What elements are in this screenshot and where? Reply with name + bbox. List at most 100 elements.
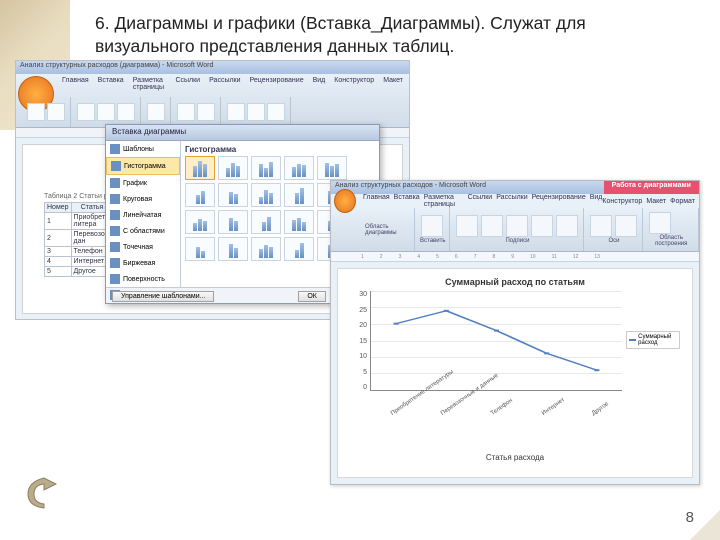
chart-thumb[interactable] xyxy=(185,237,215,261)
tool-icon[interactable] xyxy=(27,103,45,121)
chart-legend: Суммарный расход xyxy=(626,331,680,349)
ribbon-group-labels: Подписи xyxy=(451,208,584,251)
chart-thumb[interactable] xyxy=(218,237,248,261)
tab[interactable]: Рассылки xyxy=(207,76,242,92)
axes-icon[interactable] xyxy=(590,215,612,237)
word1-tools xyxy=(22,97,409,127)
tab[interactable]: Рецензирование xyxy=(248,76,306,92)
tool-icon[interactable] xyxy=(97,103,115,121)
word1-tabs: Главная Вставка Разметка страницы Ссылки… xyxy=(56,74,409,94)
tool-icon[interactable] xyxy=(227,103,245,121)
data-labels-icon[interactable] xyxy=(531,215,553,237)
tool-icon[interactable] xyxy=(147,103,165,121)
tab[interactable]: Главная xyxy=(60,76,91,92)
insert-icon[interactable] xyxy=(421,215,443,237)
th: Номер xyxy=(45,203,72,213)
document-area: Суммарный расход по статьям 30 25 20 15 … xyxy=(337,268,693,478)
category-item[interactable]: Биржевая xyxy=(106,255,180,271)
chart-title-icon[interactable] xyxy=(456,215,478,237)
chart-thumb[interactable] xyxy=(218,183,248,207)
legend-icon[interactable] xyxy=(506,215,528,237)
scatter-icon xyxy=(110,242,120,252)
category-item[interactable]: График xyxy=(106,175,180,191)
tab[interactable]: Макет xyxy=(381,76,405,92)
manage-templates-button[interactable]: Управление шаблонами... xyxy=(112,291,214,302)
word1-ribbon: Главная Вставка Разметка страницы Ссылки… xyxy=(16,74,409,128)
word2-ribbon: Область диаграммы Вставить Подписи Оси О… xyxy=(331,208,699,252)
category-item[interactable]: Круговая xyxy=(106,191,180,207)
tool-icon[interactable] xyxy=(267,103,285,121)
tool-icon[interactable] xyxy=(77,103,95,121)
ok-button[interactable]: ОК xyxy=(298,291,326,302)
word-window-2: Анализ структурных расходов - Microsoft … xyxy=(330,180,700,485)
tab[interactable]: Ссылки xyxy=(468,194,493,208)
chart-thumb[interactable] xyxy=(185,210,215,234)
chart-thumb[interactable] xyxy=(284,156,314,180)
tab[interactable]: Конструктор xyxy=(602,198,642,205)
ribbon-group: Оси xyxy=(585,208,643,251)
ruler: 12345678910111213 xyxy=(331,252,699,262)
chart-thumb[interactable] xyxy=(284,183,314,207)
plot-area-icon[interactable] xyxy=(649,212,671,234)
chart-thumb[interactable] xyxy=(218,210,248,234)
stock-icon xyxy=(110,258,120,268)
tool-icon[interactable] xyxy=(47,103,65,121)
office-button-icon[interactable] xyxy=(334,189,356,213)
category-item[interactable]: Шаблоны xyxy=(106,141,180,157)
hbar-icon xyxy=(110,210,120,220)
chart-thumb[interactable] xyxy=(284,237,314,261)
tab[interactable]: Вид xyxy=(311,76,328,92)
chart-thumb[interactable] xyxy=(185,183,215,207)
chart-thumb[interactable] xyxy=(284,210,314,234)
tab[interactable]: Конструктор xyxy=(332,76,376,92)
tab[interactable]: Вставка xyxy=(394,194,420,208)
category-item[interactable]: Линейчатая xyxy=(106,207,180,223)
chart-thumb[interactable] xyxy=(185,156,215,180)
tab[interactable]: Рецензирование xyxy=(532,194,586,208)
y-axis: 30 25 20 15 10 5 0 xyxy=(350,291,370,391)
category-item[interactable]: С областями xyxy=(106,223,180,239)
data-table-icon[interactable] xyxy=(556,215,578,237)
word1-titlebar: Анализ структурных расходов (диаграмма) … xyxy=(16,61,409,74)
tab[interactable]: Ссылки xyxy=(173,76,202,92)
line-icon xyxy=(110,178,120,188)
dialog-title: Вставка диаграммы xyxy=(106,125,379,141)
chart-thumb[interactable] xyxy=(251,183,281,207)
tab[interactable]: Главная xyxy=(363,194,390,208)
legend-swatch xyxy=(629,339,636,341)
chart-categories: Шаблоны Гистограмма График Круговая Лине… xyxy=(106,141,181,287)
word2-titlebar: Анализ структурных расходов - Microsoft … xyxy=(331,181,699,194)
gallery-heading: Гистограмма xyxy=(185,145,375,154)
category-item[interactable]: Гистограмма xyxy=(106,157,180,175)
tab[interactable]: Формат xyxy=(670,198,695,205)
plot-area: Суммарный расход Приобретение литературы… xyxy=(370,291,622,391)
chart-thumb[interactable] xyxy=(251,156,281,180)
chart-thumb[interactable] xyxy=(218,156,248,180)
tab[interactable]: Разметка страницы xyxy=(131,76,169,92)
x-axis-title: Статья расхода xyxy=(350,453,680,462)
chart-thumb[interactable] xyxy=(317,156,347,180)
chart-area[interactable]: 30 25 20 15 10 5 0 xyxy=(350,291,680,421)
category-item[interactable]: Поверхность xyxy=(106,271,180,287)
x-axis-labels: Приобретение литературы Перевозочные и д… xyxy=(371,412,622,418)
axis-title-icon[interactable] xyxy=(481,215,503,237)
ribbon-group: Область построения xyxy=(644,208,699,251)
back-arrow-icon[interactable] xyxy=(20,472,64,512)
tool-icon[interactable] xyxy=(247,103,265,121)
area-icon xyxy=(110,226,120,236)
tab[interactable]: Разметка страницы xyxy=(424,194,464,208)
word2-tabs: Главная Вставка Разметка страницы Ссылки… xyxy=(363,194,602,208)
tab[interactable]: Вставка xyxy=(96,76,126,92)
chart-thumb[interactable] xyxy=(251,237,281,261)
chart-thumb[interactable] xyxy=(251,210,281,234)
tab[interactable]: Рассылки xyxy=(496,194,527,208)
tab[interactable]: Вид xyxy=(590,194,603,208)
tool-icon[interactable] xyxy=(117,103,135,121)
corner-decoration xyxy=(690,510,720,540)
tool-icon[interactable] xyxy=(177,103,195,121)
tab[interactable]: Макет xyxy=(646,198,666,205)
folder-icon xyxy=(110,144,120,154)
tool-icon[interactable] xyxy=(197,103,215,121)
grid-icon[interactable] xyxy=(615,215,637,237)
category-item[interactable]: Точечная xyxy=(106,239,180,255)
